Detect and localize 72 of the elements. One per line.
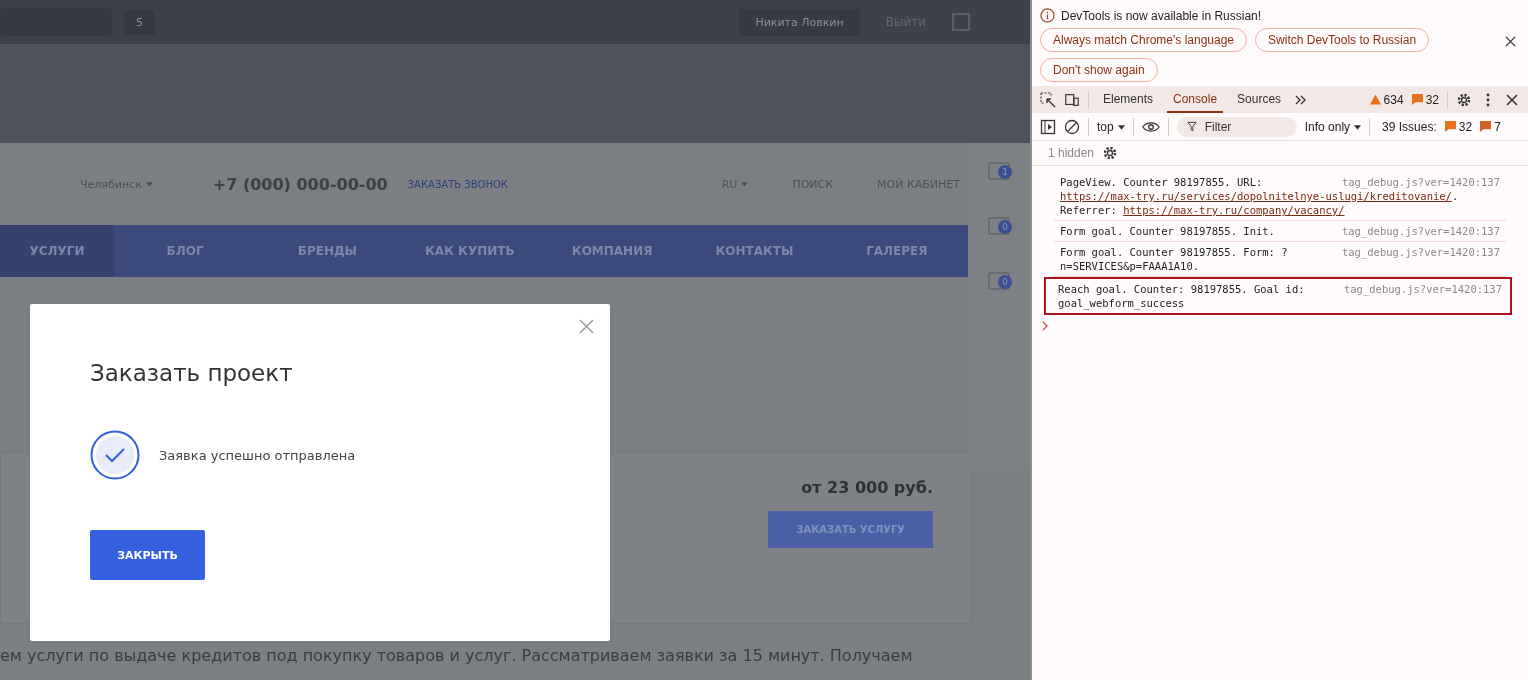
infobar-message: DevTools is now available in Russian! (1061, 8, 1262, 23)
inspect-icon[interactable] (1040, 91, 1056, 108)
console-message: PageView. Counter 98197855. URL: (1060, 175, 1263, 189)
nav-item[interactable]: ГАЛЕРЕЯ (825, 225, 969, 277)
error-flag-icon (1444, 121, 1456, 132)
context-dropdown[interactable]: top (1097, 119, 1125, 134)
nav-item[interactable]: БРЕНДЫ (256, 225, 399, 277)
prompt-chevron-icon[interactable] (1042, 321, 1048, 331)
clear-console-icon[interactable] (1064, 118, 1080, 135)
infobar-button[interactable]: Always match Chrome's language (1040, 28, 1248, 52)
success-message: Заявка успешно отправлена (159, 447, 356, 463)
console-message: goal_webform_success (1058, 296, 1185, 310)
notifications-badge[interactable]: 5 (124, 9, 155, 35)
settings-icon[interactable] (1102, 145, 1119, 161)
count-badge: 0 (998, 275, 1012, 289)
nav-item[interactable]: КОМПАНИЯ (540, 225, 684, 277)
console-message: Referrer: https://max-try.ru/company/vacancy/ (1060, 203, 1345, 217)
source-link[interactable]: tag_debug.js?ver=1420:137 (1341, 175, 1500, 189)
url-link[interactable]: https://max-try.ru/services/dopolnitelnye-uslugi/kreditovanie/ (1060, 190, 1452, 202)
user-button[interactable]: Никита Ловкин (739, 8, 860, 36)
source-link[interactable]: tag_debug.js?ver=1420:137 (1341, 224, 1500, 238)
issue-info-counter[interactable]: 7 (1480, 119, 1501, 134)
settings-icon[interactable] (1456, 91, 1472, 108)
info-icon (1040, 8, 1055, 23)
count-badge: 0 (998, 220, 1012, 234)
source-link[interactable]: tag_debug.js?ver=1420:137 (1341, 245, 1500, 259)
caret-icon (1354, 124, 1362, 130)
filter-input[interactable]: Filter (1202, 118, 1287, 135)
console-message: https://max-try.ru/services/dopolnitelnye-uslugi/kreditovanie/. (1060, 189, 1459, 203)
hidden-count: 1 hidden (1048, 146, 1095, 160)
errors-counter[interactable]: 32 (1411, 92, 1439, 107)
error-flag-icon (1411, 94, 1423, 105)
count-badge: 1 (998, 165, 1012, 179)
url-link[interactable]: https://max-try.ru/company/vacancy/ (1123, 204, 1345, 216)
warning-icon (1369, 94, 1381, 105)
console-message: Reach goal. Counter: 98197855. Goal id: (1058, 282, 1305, 296)
device-toolbar-icon[interactable] (1064, 91, 1080, 108)
sidebar-icon[interactable] (1040, 118, 1056, 135)
devtools-tab[interactable]: Console (1167, 86, 1224, 113)
nav-item[interactable]: КАК КУПИТЬ (398, 225, 541, 277)
message-icon (1480, 121, 1492, 132)
success-check-icon (90, 430, 140, 480)
source-link[interactable]: tag_debug.js?ver=1420:137 (1343, 282, 1502, 296)
callback-link[interactable]: ЗАКАЗАТЬ ЗВОНОК (407, 178, 508, 190)
more-tabs-icon[interactable] (1295, 94, 1308, 105)
infobar-button[interactable]: Switch DevTools to Russian (1255, 28, 1430, 52)
console-message: Form goal. Counter 98197855. Init. (1060, 224, 1275, 238)
console-message: Form goal. Counter 98197855. Form: ? (1060, 245, 1288, 259)
eye-icon[interactable] (1141, 120, 1160, 133)
filter-icon (1186, 121, 1197, 132)
close-icon[interactable] (1504, 91, 1520, 108)
price: от 23 000 руб. (801, 478, 933, 497)
log-levels-dropdown[interactable]: Info only (1304, 119, 1362, 134)
filter-field[interactable]: Filter (1176, 116, 1297, 137)
devtools-tab[interactable]: Sources (1231, 86, 1288, 113)
issue-errors-counter[interactable]: 32 (1444, 119, 1473, 134)
modal-title: Заказать проект (90, 360, 294, 386)
infobar-button[interactable]: Don't show again (1040, 58, 1158, 82)
caret-icon (145, 182, 153, 187)
issues-link[interactable]: 39 Issues: (1382, 119, 1437, 134)
description-text: ем услуги по выдаче кредитов под покупку товаров и услуг. Рассматриваем заявки за 15 минут. Получаем (0, 646, 914, 665)
caret-icon (741, 182, 749, 187)
console-message: n=SERVICES&p=FAAA1A10. (1060, 259, 1200, 273)
nav-item[interactable]: УСЛУГИ (0, 225, 114, 277)
close-button[interactable]: ЗАКРЫТЬ (90, 530, 205, 580)
nav-item[interactable]: КОНТАКТЫ (683, 225, 826, 277)
close-icon[interactable] (1505, 36, 1516, 47)
warnings-counter[interactable]: 634 (1369, 92, 1404, 107)
nav-item[interactable]: БЛОГ (113, 225, 257, 277)
devtools-tab[interactable]: Elements (1097, 86, 1160, 113)
phone-number: +7 (000) 000-00-00 (212, 174, 388, 194)
caret-icon (1117, 124, 1125, 130)
